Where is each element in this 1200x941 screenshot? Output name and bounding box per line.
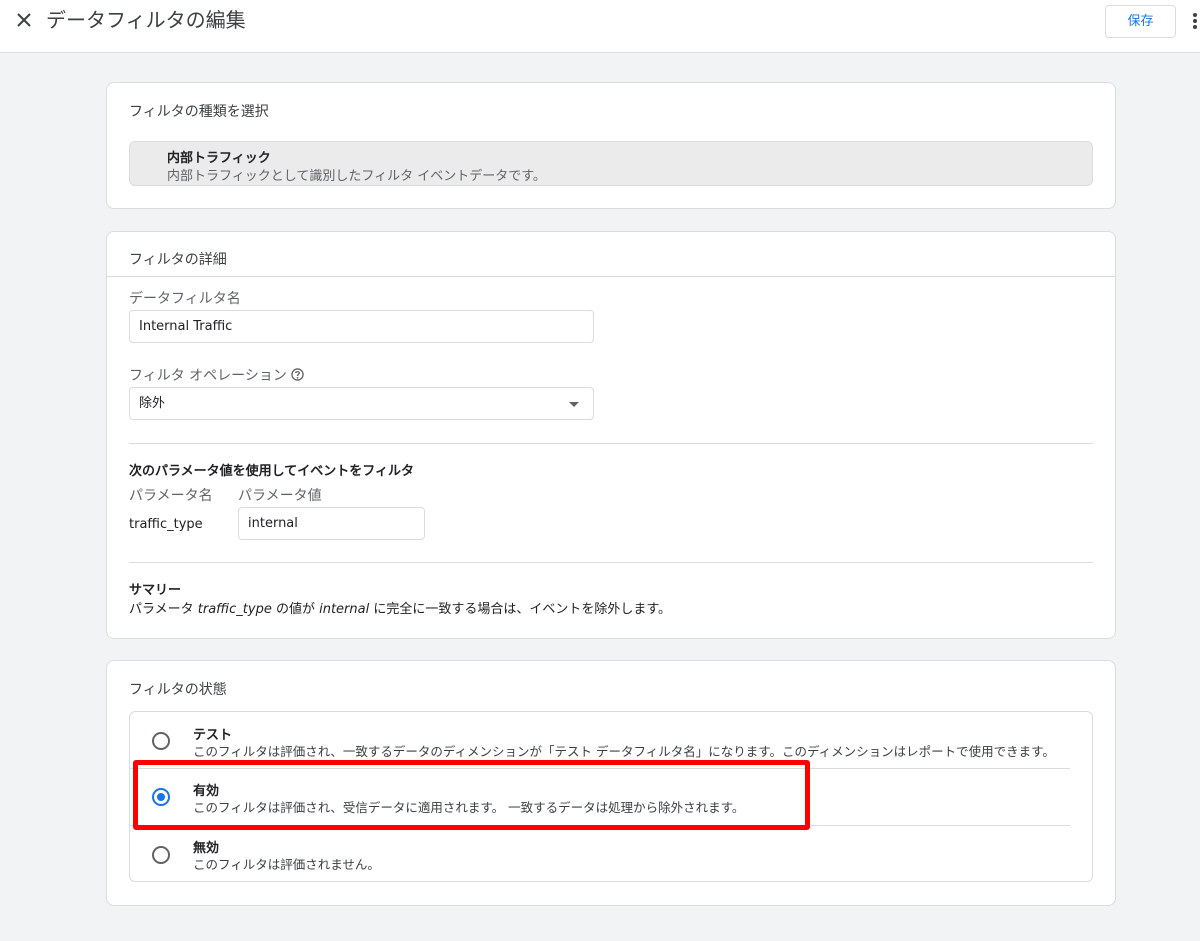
filter-operation-label: フィルタ オペレーション (129, 365, 305, 385)
summary-prefix: パラメータ (129, 602, 198, 617)
filter-status-title: フィルタの状態 (129, 682, 227, 698)
filter-status-card: フィルタの状態 テスト このフィルタは評価され、一致するデータのディメンションが… (106, 660, 1116, 906)
status-option-description: このフィルタは評価されません。 (193, 857, 380, 872)
filter-status-options: テスト このフィルタは評価され、一致するデータのディメンションが「テスト データ… (129, 711, 1093, 882)
summary-text: パラメータ traffic_type の値が internal に完全に一致する… (129, 598, 671, 617)
param-name-value: traffic_type (129, 517, 203, 532)
status-option-description: このフィルタは評価され、受信データに適用されます。 一致するデータは処理から除外… (193, 800, 745, 815)
param-value-input[interactable]: internal (238, 507, 425, 540)
arrow-drop-down-icon (569, 402, 579, 407)
status-option-test[interactable]: テスト このフィルタは評価され、一致するデータのディメンションが「テスト データ… (130, 712, 1092, 768)
param-divider (129, 443, 1093, 444)
filter-operation-label-text: フィルタ オペレーション (129, 368, 287, 384)
more-vert-icon (1193, 13, 1197, 29)
filter-type-option[interactable]: 内部トラフィック 内部トラフィックとして識別したフィルタ イベントデータです。 (129, 141, 1093, 186)
summary-param: traffic_type (197, 602, 272, 617)
status-option-description: このフィルタは評価され、一致するデータのディメンションが「テスト データフィルタ… (193, 744, 1055, 759)
param-name-label: パラメータ名 (129, 488, 213, 504)
param-heading: 次のパラメータ値を使用してイベントをフィルタ (129, 464, 414, 479)
help-icon[interactable] (291, 368, 305, 381)
more-options-button[interactable] (1190, 10, 1200, 32)
filter-name-label: データフィルタ名 (129, 291, 241, 307)
filter-operation-value: 除外 (139, 396, 166, 411)
filter-details-card: フィルタの詳細 データフィルタ名 Internal Traffic フィルタ オ… (106, 231, 1116, 639)
details-header-divider (107, 276, 1115, 277)
filter-type-card: フィルタの種類を選択 内部トラフィック 内部トラフィックとして識別したフィルタ … (106, 82, 1116, 209)
close-button[interactable] (12, 8, 36, 32)
filter-type-description: 内部トラフィックとして識別したフィルタ イベントデータです。 (167, 169, 546, 184)
summary-value: internal (319, 602, 370, 617)
param-value-label: パラメータ値 (238, 488, 322, 504)
filter-operation-select[interactable]: 除外 (129, 387, 594, 420)
summary-divider (129, 562, 1093, 563)
status-radio-test[interactable] (152, 732, 170, 750)
top-app-bar: データフィルタの編集 保存 (0, 0, 1200, 53)
status-option-active[interactable]: 有効 このフィルタは評価され、受信データに適用されます。 一致するデータは処理か… (130, 769, 1092, 825)
close-icon (17, 13, 31, 27)
filter-details-title: フィルタの詳細 (129, 252, 227, 268)
filter-type-name: 内部トラフィック (167, 151, 271, 166)
summary-suffix: に完全に一致する場合は、イベントを除外します。 (369, 602, 672, 617)
filter-type-title: フィルタの種類を選択 (129, 104, 269, 120)
filter-name-input[interactable]: Internal Traffic (129, 310, 594, 343)
page-title: データフィルタの編集 (46, 8, 246, 32)
summary-mid: の値が (271, 602, 320, 617)
status-option-inactive[interactable]: 無効 このフィルタは評価されません。 (130, 826, 1092, 882)
summary-heading: サマリー (129, 583, 182, 598)
status-radio-active[interactable] (152, 788, 170, 806)
save-button[interactable]: 保存 (1105, 5, 1176, 38)
status-radio-inactive[interactable] (152, 846, 170, 864)
